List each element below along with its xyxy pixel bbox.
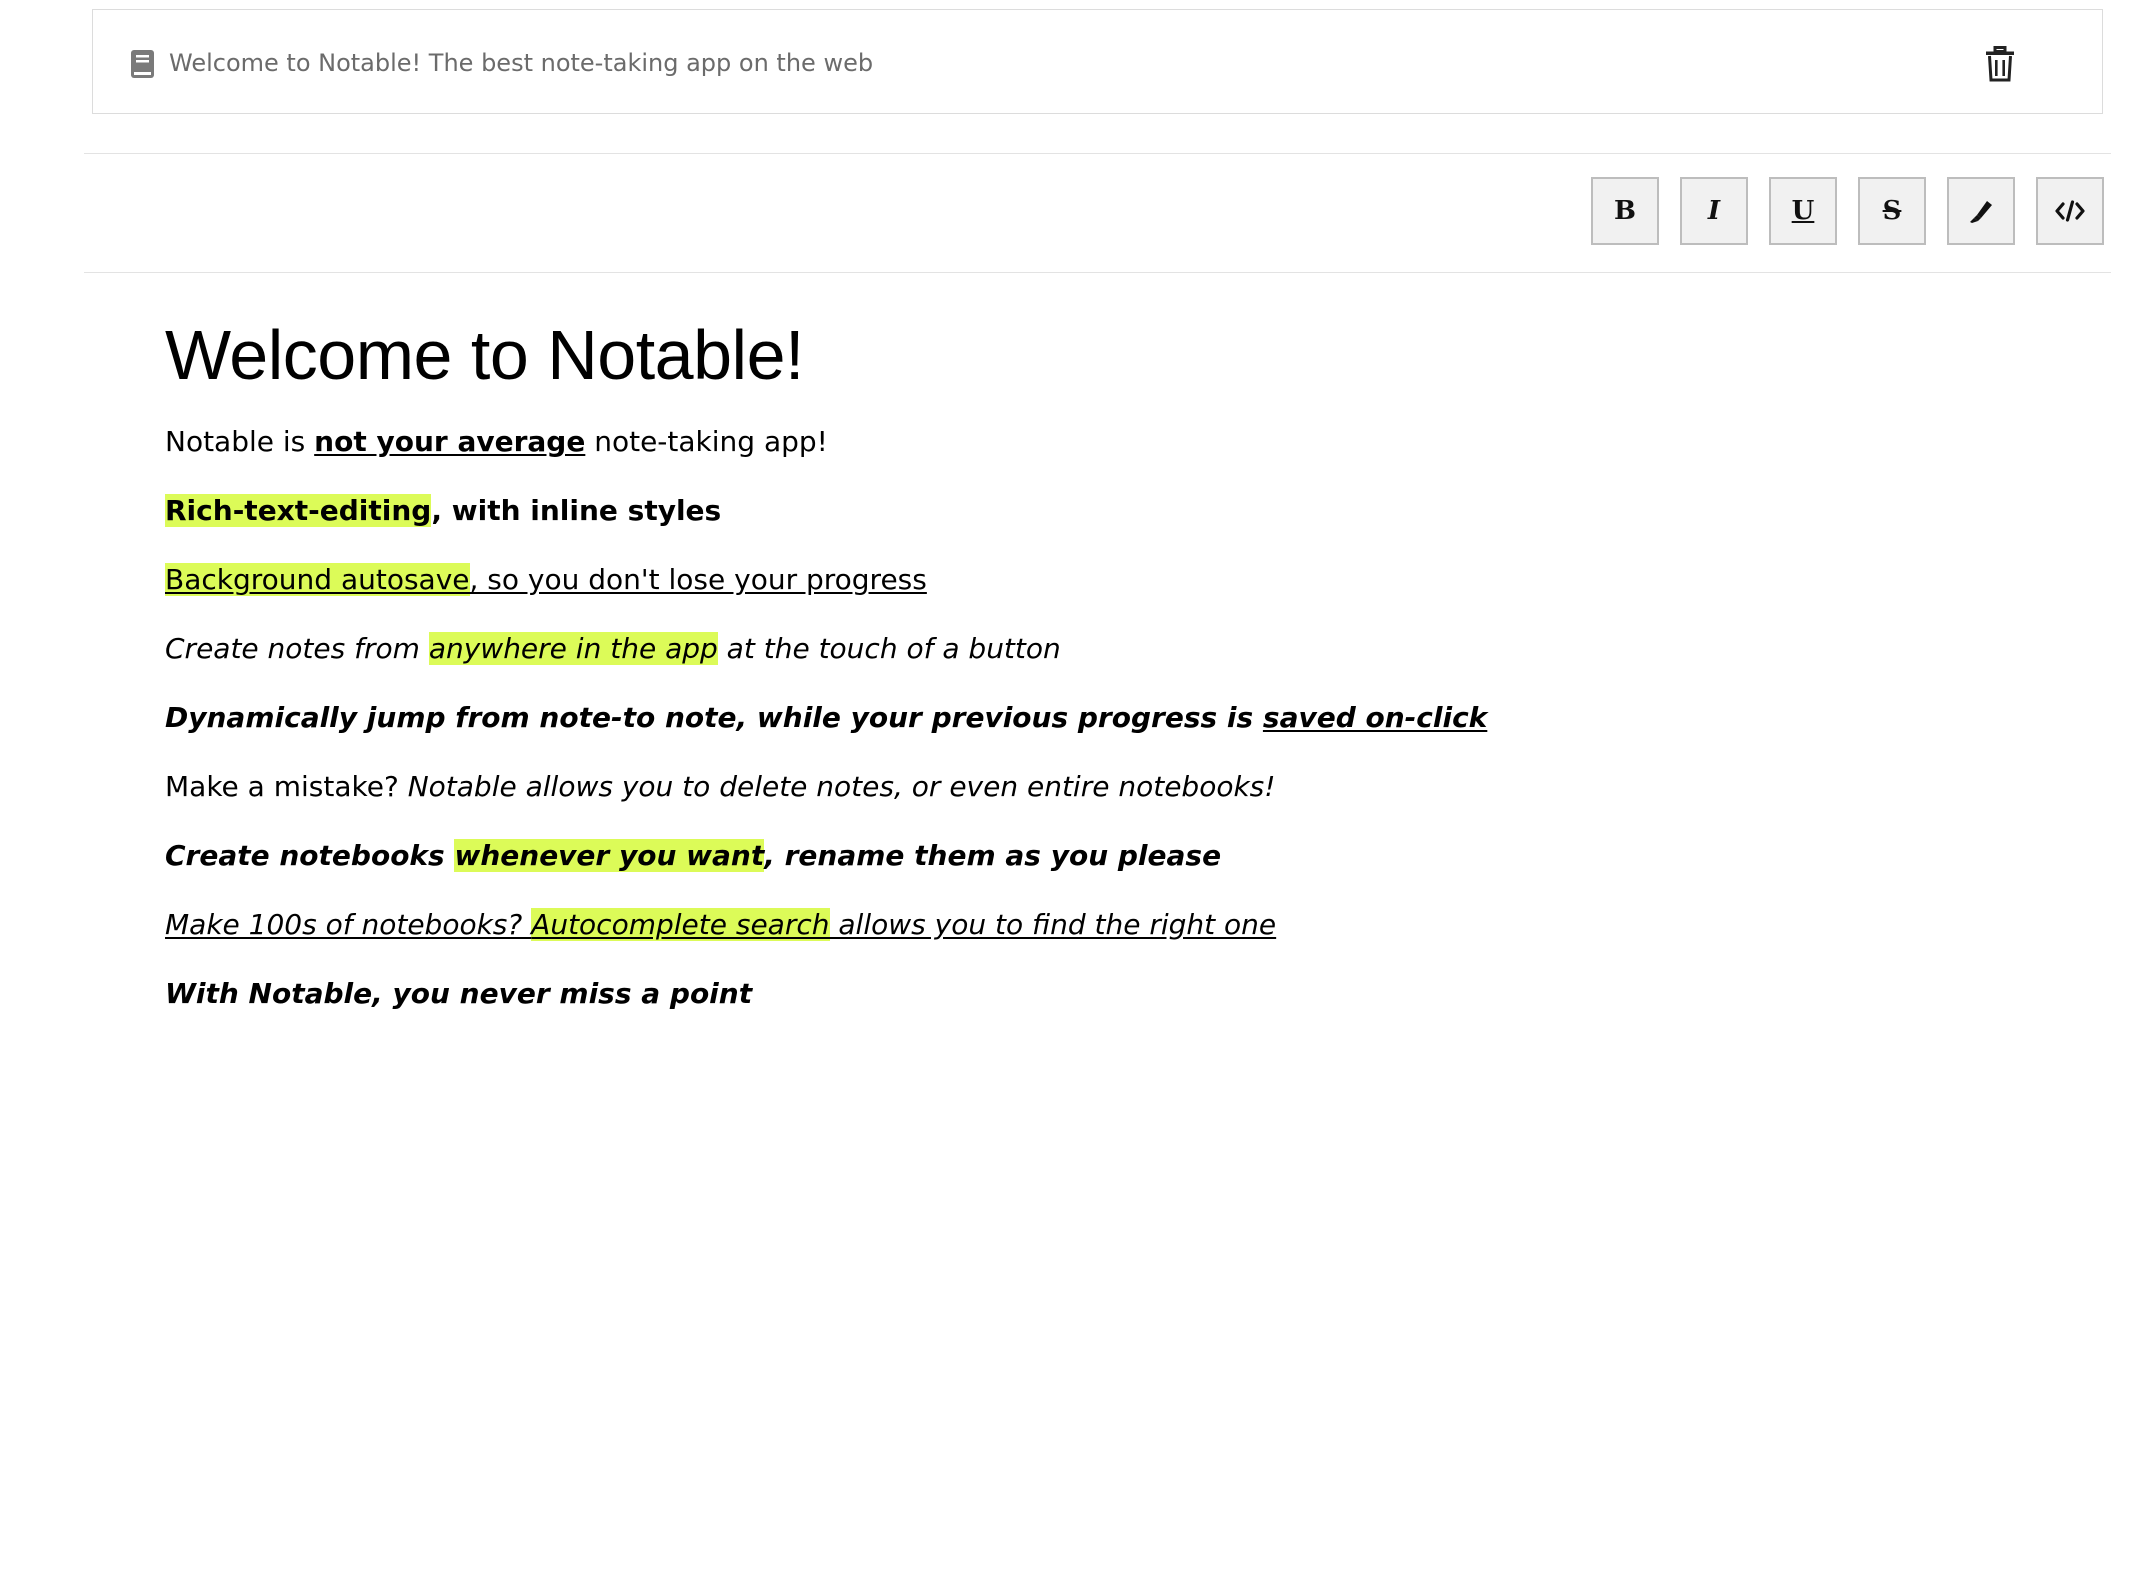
note-editor-app: Welcome to Notable! The best note-taking… [0,0,2154,1584]
editor-content[interactable]: Welcome to Notable! Notable is not your … [165,310,2015,1013]
text-span: saved on-click [1262,701,1488,734]
text-span: Create notes from [165,632,429,665]
bold-label: B [1614,196,1636,226]
note-line: Make a mistake? Notable allows you to de… [165,768,2015,806]
text-span: , so you don't lose your progress [469,563,927,596]
bold-button[interactable]: B [1591,177,1659,245]
text-span: allows you to find the right one [829,908,1277,941]
note-line: Rich-text-editing, with inline styles [165,492,2015,530]
highlighted-text: whenever you want [454,839,765,872]
note-line: With Notable, you never miss a point [165,977,753,1010]
text-span: , with inline styles [431,494,722,527]
code-button[interactable] [2036,177,2104,245]
trash-icon[interactable] [1985,46,2015,82]
text-span: Make a mistake? [165,770,408,803]
text-span: Notable is [165,425,315,458]
note-title[interactable]: Welcome to Notable! The best note-taking… [169,43,873,83]
text-span: , rename them as you please [764,839,1222,872]
text-span: note-taking app! [585,425,828,458]
note-line: Dynamically jump from note-to note, whil… [165,699,2015,737]
highlighted-text: Background autosave [165,563,470,596]
note-heading: Welcome to Notable! [165,316,804,394]
notebook-icon [131,50,154,78]
highlight-button[interactable] [1947,177,2015,245]
text-span: Make 100s of notebooks? [165,908,532,941]
code-icon [2055,200,2085,222]
note-line: Notable is not your average note-taking … [165,423,2015,461]
italic-label: I [1707,196,1721,226]
highlighted-text: anywhere in the app [428,632,718,665]
text-span: Notable allows you to delete notes, or e… [407,770,1276,803]
italic-button[interactable]: I [1680,177,1748,245]
text-span: at the touch of a button [717,632,1061,665]
note-header: Welcome to Notable! The best note-taking… [92,9,2103,114]
note-line: Create notebooks whenever you want, rena… [165,837,2015,875]
highlighter-icon [1968,198,1994,224]
text-span: Dynamically jump from note-to note, whil… [165,701,1263,734]
format-toolbar: B I U S [84,153,2111,273]
highlighted-text: Autocomplete search [531,908,830,941]
note-line: Make 100s of notebooks? Autocomplete sea… [165,906,2015,944]
note-line: Create notes from anywhere in the app at… [165,630,2015,668]
note-line: Background autosave, so you don't lose y… [165,561,2015,599]
strikethrough-label: S [1882,196,1902,226]
strikethrough-button[interactable]: S [1858,177,1926,245]
highlighted-text: Rich-text-editing [165,494,432,527]
underline-label: U [1791,196,1815,226]
text-span: not your average [314,425,586,458]
underline-button[interactable]: U [1769,177,1837,245]
text-span: Create notebooks [165,839,455,872]
